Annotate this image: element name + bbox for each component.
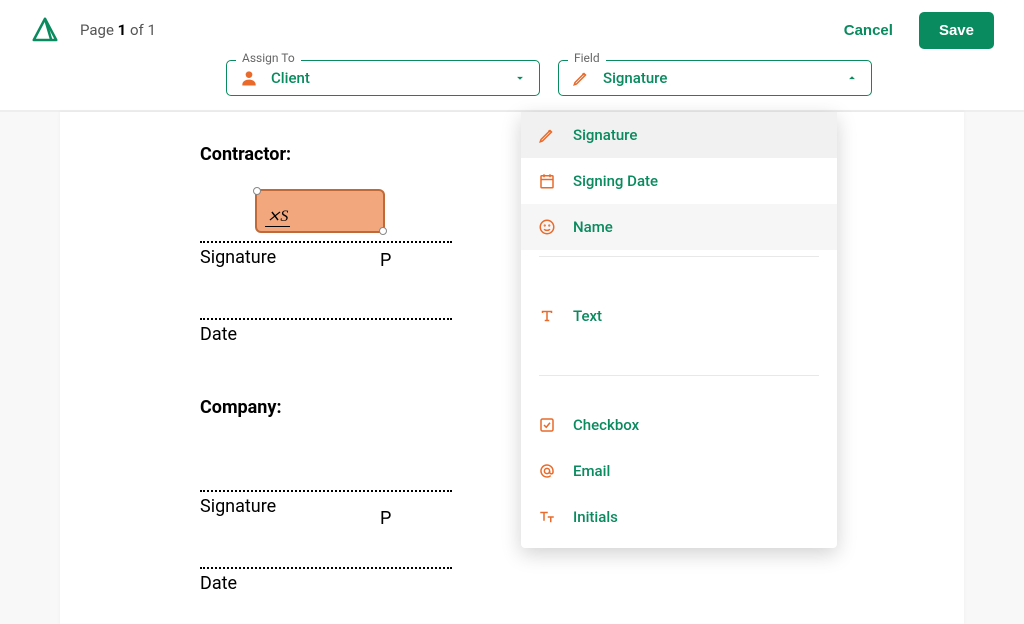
field-type-dropdown: Signature Signing Date Name: [521, 112, 837, 548]
text-icon: [537, 306, 557, 326]
signature-line-block: ⨯S: [200, 187, 452, 237]
field-type-value: Signature: [603, 69, 845, 87]
option-label: Email: [573, 462, 610, 480]
at-sign-icon: [537, 461, 557, 481]
dropdown-divider: [539, 256, 819, 257]
save-button[interactable]: Save: [919, 12, 994, 49]
dotted-line: [200, 490, 452, 492]
field-label: Date: [200, 573, 452, 594]
document-canvas: Contractor: ⨯S Signature Date Company:: [0, 110, 1024, 624]
cancel-button[interactable]: Cancel: [838, 21, 899, 40]
field-type-label: Field: [568, 52, 606, 64]
option-label: Text: [573, 307, 602, 325]
signature-field-glyph: ⨯S: [265, 206, 290, 227]
option-label: Initials: [573, 508, 618, 526]
option-label: Signature: [573, 126, 637, 144]
dotted-line: [200, 241, 452, 243]
field-label: Date: [200, 324, 452, 345]
app-header: Page 1 of 1 Cancel Save: [0, 0, 1024, 60]
person-icon: [239, 68, 259, 88]
dropdown-divider: [539, 375, 819, 376]
field-type-select[interactable]: Field Signature: [558, 60, 872, 96]
option-label: Signing Date: [573, 172, 658, 190]
field-option-checkbox[interactable]: Checkbox: [521, 402, 837, 448]
assign-to-select[interactable]: Assign To Client: [226, 60, 540, 96]
field-controls-bar: Assign To Client Field Signature: [0, 60, 1024, 110]
face-icon: [537, 217, 557, 237]
pencil-icon: [571, 68, 591, 88]
option-label: Name: [573, 218, 613, 236]
app-logo-icon: [30, 15, 60, 45]
chevron-down-icon: [513, 71, 527, 85]
truncated-text: P: [380, 250, 391, 271]
field-option-text[interactable]: Text: [521, 293, 837, 339]
dotted-line: [200, 318, 452, 320]
field-option-initials[interactable]: Initials: [521, 494, 837, 540]
field-option-signature[interactable]: Signature: [521, 112, 837, 158]
signature-field-placed[interactable]: ⨯S: [255, 189, 385, 233]
field-option-email[interactable]: Email: [521, 448, 837, 494]
calendar-icon: [537, 171, 557, 191]
checkbox-icon: [537, 415, 557, 435]
field-label: Signature: [200, 496, 452, 517]
option-label: Checkbox: [573, 416, 639, 434]
field-label: Signature: [200, 247, 452, 268]
truncated-text: P: [380, 508, 391, 529]
field-option-signing-date[interactable]: Signing Date: [521, 158, 837, 204]
page-counter: Page 1 of 1: [80, 21, 156, 39]
assign-to-label: Assign To: [236, 52, 301, 64]
assign-to-value: Client: [271, 69, 513, 87]
initials-icon: [537, 507, 557, 527]
chevron-up-icon: [845, 71, 859, 85]
dotted-line: [200, 567, 452, 569]
pencil-icon: [537, 125, 557, 145]
field-option-name[interactable]: Name: [521, 204, 837, 250]
